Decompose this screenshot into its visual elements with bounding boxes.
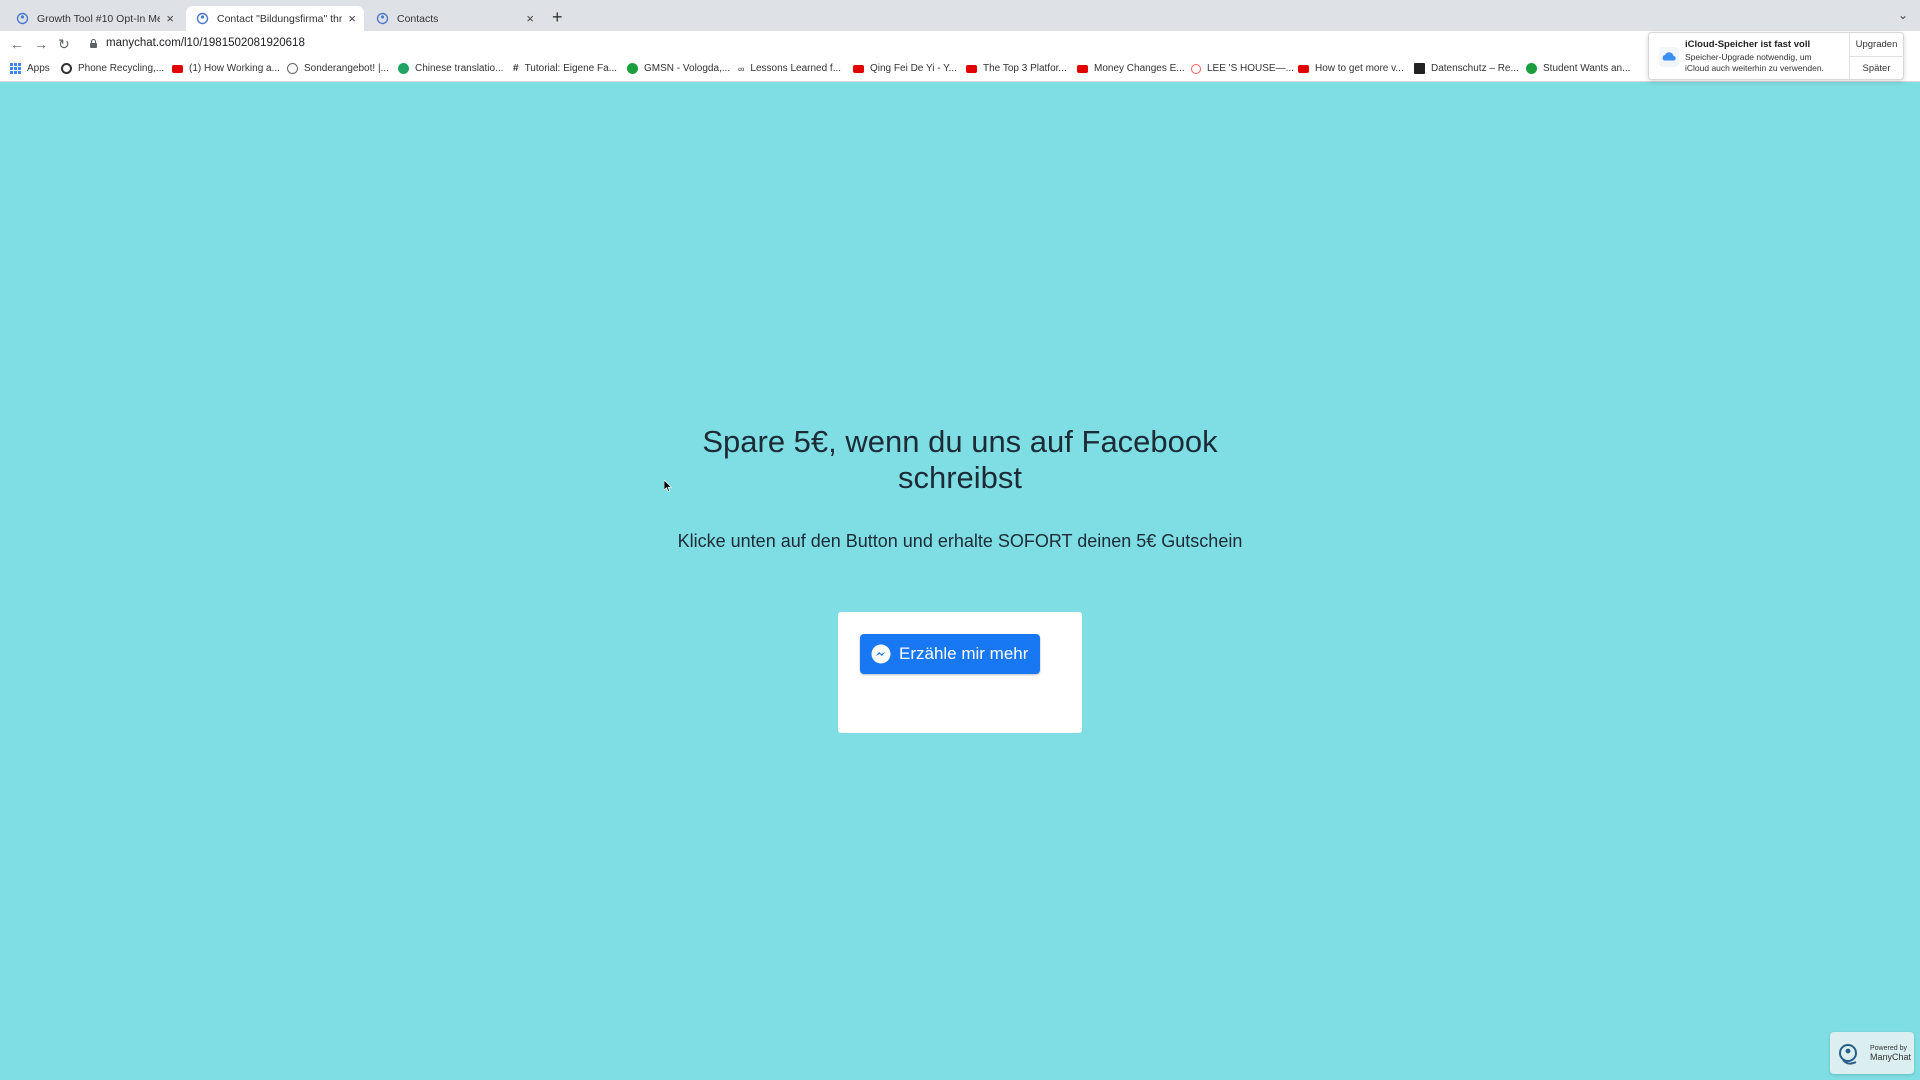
bookmark-item[interactable]: Student Wants an... [1526,63,1630,74]
bookmark-favicon-icon [61,63,72,74]
bookmark-favicon-icon [1526,63,1537,74]
divider [1849,56,1904,57]
bookmark-label: Student Wants an... [1543,63,1631,74]
bookmark-label: Sonderangebot! |... [304,63,389,74]
new-tab-icon[interactable]: + [552,7,563,28]
bookmark-item[interactable]: How to get more v... [1298,63,1404,74]
manychat-icon [196,12,209,25]
bookmarks-bar: Apps Phone Recycling,... (1) How Working… [0,58,1920,82]
messenger-send-button[interactable]: Erzähle mir mehr [860,634,1040,674]
bookmark-favicon-icon [1414,63,1425,74]
bookmark-item[interactable]: Phone Recycling,... [61,63,164,74]
tab-contacts[interactable]: Contacts × [366,6,542,31]
bookmark-favicon-icon [287,63,298,74]
bookmark-item[interactable]: ∞ Lessons Learned f... [738,63,841,74]
address-bar[interactable]: manychat.com/l10/1981502081920618 [106,37,305,49]
mouse-cursor-icon [664,480,672,492]
bookmark-label: GMSN - Vologda,... [644,63,731,74]
bookmark-item[interactable]: LEE 'S HOUSE—... [1191,63,1294,74]
manychat-logo-icon [1839,1044,1857,1065]
browser-tab-strip: Growth Tool #10 Opt-In Messa × Contact "… [0,0,1920,31]
bookmark-label: (1) How Working a... [189,63,280,74]
bookmark-item[interactable]: (1) How Working a... [172,63,280,74]
bookmark-item[interactable]: GMSN - Vologda,... [627,63,730,74]
bookmark-favicon-icon [627,63,638,74]
apps-grid-icon [10,63,21,74]
bookmark-item[interactable]: Sonderangebot! |... [287,63,389,74]
notification-body: Speicher-Upgrade notwendig, um iCloud au… [1685,52,1824,73]
airbnb-icon [1191,63,1201,74]
bookmark-label: Money Changes E... [1094,63,1185,74]
notification-title: iCloud-Speicher ist fast voll [1685,39,1811,50]
hashtag-icon: # [513,63,519,74]
close-icon[interactable]: × [348,11,356,26]
bookmark-label: LEE 'S HOUSE—... [1207,63,1294,74]
bookmark-item[interactable]: Datenschutz – Re... [1414,63,1519,74]
lock-icon [90,39,97,48]
tab-title: Contact "Bildungsfirma" throu [217,12,343,25]
icloud-notification: iCloud-Speicher ist fast voll Speicher-U… [1648,32,1904,80]
reload-icon[interactable]: ↻ [58,36,70,53]
bookmark-item[interactable]: # Tutorial: Eigene Fa... [513,63,617,74]
later-button[interactable]: Später [1849,63,1904,74]
bookmark-item[interactable]: The Top 3 Platfor... [966,63,1067,74]
bookmark-label: Datenschutz – Re... [1431,63,1519,74]
manychat-icon [376,12,389,25]
page-subheadline: Klicke unten auf den Button und erhalte … [677,531,1243,551]
powered-by-manychat-badge[interactable]: Powered by ManyChat [1830,1032,1914,1074]
bookmark-item[interactable]: Qing Fei De Yi - Y... [853,63,957,74]
browser-toolbar: ← → ↻ manychat.com/l10/1981502081920618 [0,31,1920,58]
manychat-icon [16,12,29,25]
translate-icon [398,63,409,74]
bookmark-label: Phone Recycling,... [78,63,165,74]
forward-icon[interactable]: → [34,36,48,52]
bookmark-item[interactable]: Money Changes E... [1077,63,1185,74]
messenger-button-label: Erzähle mir mehr [899,644,1029,663]
upgrade-button[interactable]: Upgraden [1849,39,1904,50]
messenger-icon [871,644,891,664]
page-headline: Spare 5€, wenn du uns auf Facebook schre… [702,424,1218,495]
back-icon[interactable]: ← [10,36,24,52]
tab-title: Contacts [397,12,439,25]
bookmark-label: The Top 3 Platfor... [983,63,1067,74]
tab-contact-bildungsfirma[interactable]: Contact "Bildungsfirma" throu × [186,6,364,31]
close-icon[interactable]: × [166,11,174,26]
youtube-icon [172,64,183,73]
messenger-widget-card: Erzähle mir mehr [838,612,1082,733]
icloud-icon [1659,47,1679,67]
bookmark-label: Chinese translatio... [415,63,504,74]
bookmark-item[interactable]: Chinese translatio... [398,63,503,74]
bookmark-label: Apps [27,63,50,74]
bookmark-label: Lessons Learned f... [750,63,842,74]
youtube-icon [1298,64,1309,73]
bookmark-label: How to get more v... [1315,63,1404,74]
brand-label: ManyChat [1870,1052,1912,1062]
tab-title: Growth Tool #10 Opt-In Messa [37,12,161,25]
bookmark-favicon-icon: ∞ [738,63,745,74]
chevron-down-icon[interactable]: ⌄ [1898,8,1908,22]
powered-by-text: Powered by ManyChat [1870,1044,1911,1063]
youtube-icon [966,64,977,73]
bookmark-apps[interactable]: Apps [10,63,50,74]
tab-growth-tool[interactable]: Growth Tool #10 Opt-In Messa × [6,6,182,31]
close-icon[interactable]: × [526,11,534,26]
youtube-icon [1077,64,1088,73]
bookmark-label: Qing Fei De Yi - Y... [870,63,957,74]
bookmark-label: Tutorial: Eigene Fa... [524,63,618,74]
youtube-icon [853,64,864,73]
